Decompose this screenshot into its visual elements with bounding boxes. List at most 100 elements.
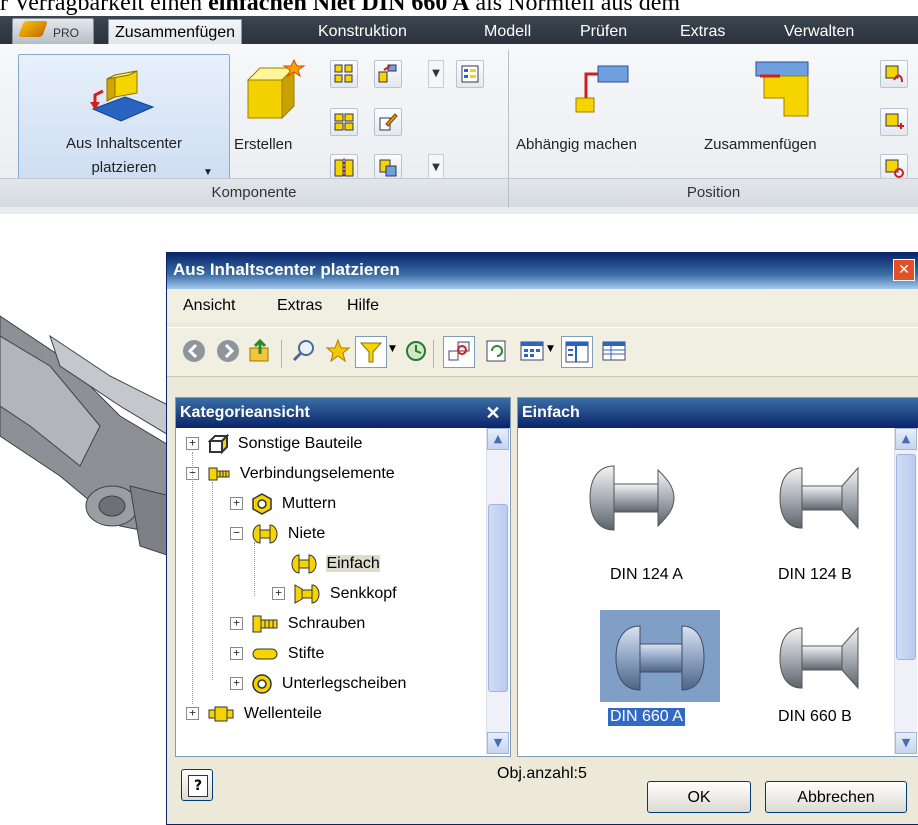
tab-verwalten[interactable]: Verwalten	[784, 19, 854, 44]
constrain-button[interactable]: Abhängig machen	[516, 136, 637, 153]
view-options-icon[interactable]	[519, 338, 545, 364]
create-button[interactable]: Erstellen	[234, 136, 292, 153]
rivet-din-124-b-thumbnail[interactable]	[758, 438, 878, 558]
tree-item-label: Senkkopf	[329, 585, 397, 602]
tree-item-label: Verbindungselemente	[239, 465, 395, 482]
category-view-close-button[interactable]: ✕	[482, 402, 504, 424]
part-label-din-660-a[interactable]: DIN 660 A	[608, 708, 685, 726]
dialog-close-button[interactable]: ✕	[893, 259, 915, 281]
dialog-title: Aus Inhaltscenter platzieren	[173, 260, 400, 279]
part-label-din-660-b[interactable]: DIN 660 B	[778, 708, 852, 726]
ribbon-tab-bar: Zusammenfügen Konstruktion Modell Prüfen…	[0, 16, 918, 45]
menu-ansicht[interactable]: Ansicht	[183, 297, 235, 315]
group-label-position: Position	[509, 178, 918, 207]
family-view-header: Einfach	[518, 398, 918, 428]
scroll-thumb[interactable]	[896, 454, 916, 660]
family-view-title: Einfach	[522, 404, 580, 421]
toolbar-separator	[281, 340, 282, 368]
expand-icon[interactable]: +	[230, 497, 243, 511]
table-view-icon[interactable]	[601, 338, 627, 364]
refresh-history-icon[interactable]	[403, 338, 429, 364]
tree-item-schrauben[interactable]: + Schrauben	[230, 612, 365, 636]
tree-connector	[212, 482, 213, 680]
filter-button[interactable]	[355, 336, 387, 368]
back-icon[interactable]	[181, 338, 207, 364]
tree-item-sonstige-bauteile[interactable]: + Sonstige Bauteile	[186, 432, 362, 456]
tree-view-button[interactable]	[443, 336, 475, 368]
dialog-title-bar[interactable]: Aus Inhaltscenter platzieren ✕	[167, 253, 918, 289]
scroll-down-arrow-icon[interactable]: ▼	[895, 732, 917, 754]
place-button-dropdown-icon[interactable]: ▼	[203, 167, 213, 178]
help-button[interactable]: ?	[181, 769, 213, 801]
part-label-din-124-b[interactable]: DIN 124 B	[778, 566, 852, 584]
menu-hilfe[interactable]: Hilfe	[347, 297, 379, 315]
plier-model-image	[0, 315, 170, 556]
dialog-toolbar: ▼ ▼	[167, 327, 918, 377]
rivet-icon	[252, 524, 278, 544]
split-view-button[interactable]	[561, 336, 593, 368]
rivet-din-124-a-thumbnail[interactable]	[572, 438, 692, 558]
scroll-down-arrow-icon[interactable]: ▼	[487, 732, 509, 754]
tree-item-verbindungselemente[interactable]: − Verbindungselemente	[186, 462, 395, 486]
mirror-component-icon[interactable]	[330, 108, 358, 136]
family-scrollbar[interactable]: ▲ ▼	[894, 428, 917, 754]
cancel-button[interactable]: Abbrechen	[765, 781, 907, 813]
tab-zusammenfuegen[interactable]: Zusammenfügen	[108, 19, 243, 45]
tab-pruefen[interactable]: Prüfen	[580, 19, 627, 44]
tree-item-stifte[interactable]: + Stifte	[230, 642, 324, 666]
assemble-icon[interactable]	[750, 58, 814, 120]
expand-icon[interactable]: +	[230, 647, 243, 661]
view-options-dropdown-icon[interactable]: ▼	[547, 344, 554, 354]
constrain-icon[interactable]	[572, 60, 632, 116]
expand-icon[interactable]: +	[186, 437, 199, 451]
expand-icon[interactable]: +	[186, 707, 199, 721]
scroll-up-arrow-icon[interactable]: ▲	[895, 428, 917, 450]
rivet-din-660-b-thumbnail[interactable]	[758, 598, 878, 718]
tree-item-senkkopf[interactable]: + Senkkopf	[272, 582, 397, 606]
fastener-category-icon	[208, 467, 230, 481]
rivet-din-660-a-thumbnail[interactable]	[600, 598, 720, 718]
move-component-icon[interactable]	[880, 108, 908, 136]
update-icon[interactable]	[483, 338, 509, 364]
tree-item-muttern[interactable]: + Muttern	[230, 492, 336, 516]
expand-icon[interactable]: +	[272, 587, 285, 601]
bom-icon[interactable]	[456, 60, 484, 88]
expand-icon[interactable]: +	[230, 617, 243, 631]
tree-item-unterlegscheiben[interactable]: + Unterlegscheiben	[230, 672, 406, 696]
part-label-din-124-a[interactable]: DIN 124 A	[610, 566, 683, 584]
split-view-icon	[565, 341, 589, 363]
category-view-header: Kategorieansicht ✕	[176, 398, 510, 428]
tree-item-einfach[interactable]: Einfach	[290, 552, 380, 576]
assemble-button[interactable]: Zusammenfügen	[704, 136, 817, 153]
pattern-component-icon[interactable]	[330, 60, 358, 88]
tree-item-wellenteile[interactable]: + Wellenteile	[186, 702, 322, 726]
collapse-icon[interactable]: −	[230, 527, 243, 541]
tab-extras[interactable]: Extras	[680, 19, 725, 44]
forward-icon[interactable]	[215, 338, 241, 364]
create-component-icon[interactable]	[242, 58, 306, 124]
place-component-icon	[90, 70, 155, 122]
app-button-label: PRO	[53, 26, 80, 40]
application-menu-button[interactable]: PRO	[12, 18, 94, 46]
up-folder-icon[interactable]	[247, 338, 273, 364]
tree-item-label: Stifte	[287, 645, 325, 662]
tab-konstruktion[interactable]: Konstruktion	[318, 19, 407, 44]
edit-component-icon[interactable]	[374, 108, 402, 136]
tree-item-niete[interactable]: − Niete	[230, 522, 325, 546]
ok-button[interactable]: OK	[647, 781, 751, 813]
search-icon[interactable]	[291, 338, 317, 364]
tree-item-label: Schrauben	[287, 615, 366, 632]
category-view-panel: Kategorieansicht ✕ + Sonstige Bauteile −…	[175, 397, 511, 757]
scroll-thumb[interactable]	[488, 504, 508, 692]
filter-dropdown-icon[interactable]: ▼	[389, 344, 396, 354]
replace-component-icon[interactable]	[374, 60, 402, 88]
category-scrollbar[interactable]: ▲ ▼	[486, 428, 509, 754]
menu-extras[interactable]: Extras	[277, 297, 322, 315]
favorites-star-icon[interactable]	[325, 338, 351, 364]
tab-modell[interactable]: Modell	[484, 19, 531, 44]
scroll-up-arrow-icon[interactable]: ▲	[487, 428, 509, 450]
replace-dropdown-icon[interactable]: ▼	[428, 60, 444, 88]
expand-icon[interactable]: +	[230, 677, 243, 691]
place-button-label-line2: platzieren	[91, 159, 157, 176]
motion-constraint-icon[interactable]	[880, 60, 908, 88]
